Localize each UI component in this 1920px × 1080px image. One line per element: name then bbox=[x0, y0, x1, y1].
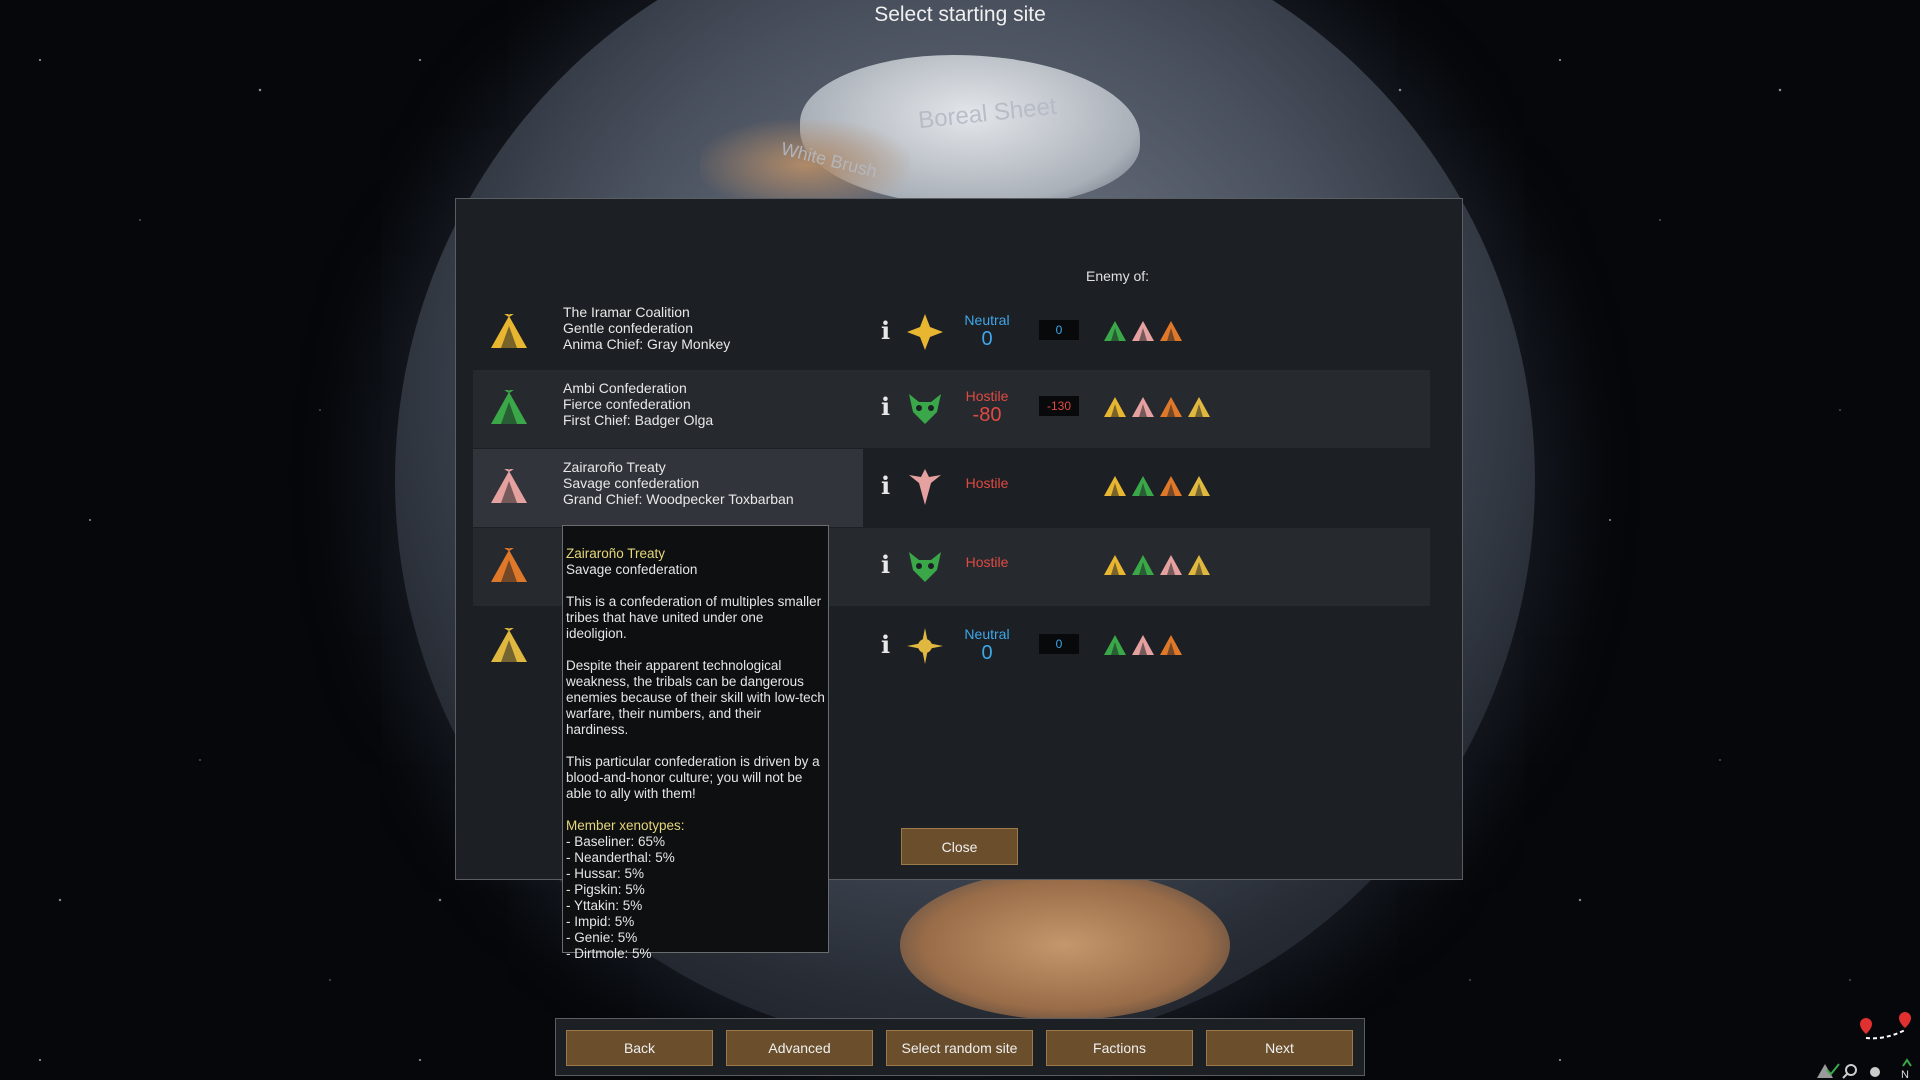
faction-leader: Anima Chief: Gray Monkey bbox=[563, 336, 731, 352]
enemy-faction-icon[interactable] bbox=[1131, 554, 1155, 581]
faction-row[interactable]: Ambi Confederation Fierce confederation Fi… bbox=[473, 370, 1430, 448]
enemy-icons bbox=[1103, 634, 1183, 661]
relation-label: Hostile bbox=[965, 554, 1009, 570]
enemy-faction-icon[interactable] bbox=[1187, 475, 1211, 502]
faction-row[interactable]: Zairaroño Treaty Savage confederation Gran… bbox=[473, 449, 1430, 527]
goodwill-box: 0 bbox=[1039, 634, 1079, 654]
xenotype-item: - Neanderthal: 5% bbox=[566, 850, 675, 865]
faction-leader: Grand Chief: Woodpecker Toxbarban bbox=[563, 491, 794, 507]
faction-name: Ambi Confederation bbox=[563, 380, 687, 396]
enemy-icons bbox=[1103, 475, 1211, 502]
faction-row[interactable]: The Iramar Coalition Gentle confederation… bbox=[473, 294, 1430, 372]
info-icon[interactable]: i bbox=[881, 471, 890, 500]
goodwill-box: -130 bbox=[1039, 396, 1079, 416]
next-button[interactable]: Next bbox=[1206, 1030, 1353, 1066]
enemy-faction-icon[interactable] bbox=[1159, 475, 1183, 502]
bottom-navigation-bar: Back Advanced Select random site Faction… bbox=[555, 1018, 1365, 1076]
faction-kind: Fierce confederation bbox=[563, 396, 691, 412]
relation-label: Neutral bbox=[964, 626, 1010, 642]
enemy-faction-icon[interactable] bbox=[1131, 396, 1155, 423]
tooltip-subtitle: Savage confederation bbox=[566, 562, 698, 577]
enemy-faction-icon[interactable] bbox=[1187, 554, 1211, 581]
back-button[interactable]: Back bbox=[566, 1030, 713, 1066]
goodwill-box: 0 bbox=[1039, 320, 1079, 340]
info-icon[interactable]: i bbox=[881, 630, 890, 659]
relation-label: Neutral bbox=[964, 312, 1010, 328]
xenotype-item: - Dirtmole: 5% bbox=[566, 946, 652, 961]
faction-leader: First Chief: Badger Olga bbox=[563, 412, 714, 428]
enemy-faction-icon[interactable] bbox=[1131, 320, 1155, 347]
enemy-faction-icon[interactable] bbox=[1159, 396, 1183, 423]
enemy-faction-icon[interactable] bbox=[1103, 320, 1127, 347]
xenotype-item: - Baseliner: 65% bbox=[566, 834, 666, 849]
xenotype-item: - Hussar: 5% bbox=[566, 866, 645, 881]
enemy-faction-icon[interactable] bbox=[1103, 634, 1127, 661]
close-button[interactable]: Close bbox=[901, 828, 1018, 865]
enemy-faction-icon[interactable] bbox=[1187, 396, 1211, 423]
compass-icon[interactable]: N bbox=[1901, 1058, 1912, 1080]
faction-description: Zairaroño Treaty Savage confederation Gran… bbox=[563, 459, 794, 507]
info-icon[interactable]: i bbox=[881, 392, 890, 421]
enemy-faction-icon[interactable] bbox=[1131, 634, 1155, 661]
map-controls: N bbox=[1817, 1012, 1912, 1080]
tooltip-title: Zairaroño Treaty bbox=[566, 546, 666, 561]
tooltip-paragraph-1: This is a confederation of multiples sma… bbox=[566, 594, 822, 641]
faction-description: Ambi Confederation Fierce confederation Fi… bbox=[563, 380, 713, 428]
select-random-site-button[interactable]: Select random site bbox=[886, 1030, 1033, 1066]
enemy-icons bbox=[1103, 320, 1183, 347]
faction-tooltip: Zairaroño Treaty Savage confederation Th… bbox=[562, 525, 829, 961]
advanced-button[interactable]: Advanced bbox=[726, 1030, 873, 1066]
enemy-faction-icon[interactable] bbox=[1103, 554, 1127, 581]
enemy-faction-icon[interactable] bbox=[1159, 634, 1183, 661]
xenotype-item: - Yttakin: 5% bbox=[566, 898, 643, 913]
search-icon[interactable] bbox=[1842, 1064, 1857, 1079]
xenotype-item: - Pigskin: 5% bbox=[566, 882, 645, 897]
enemy-faction-icon[interactable] bbox=[1159, 320, 1183, 347]
svg-text:N: N bbox=[1901, 1069, 1909, 1080]
faction-kind: Savage confederation bbox=[563, 475, 700, 491]
enemy-faction-icon[interactable] bbox=[1103, 396, 1127, 423]
enemy-faction-icon[interactable] bbox=[1131, 475, 1155, 502]
relation-value: 0 bbox=[981, 642, 993, 664]
sun-icon[interactable] bbox=[1870, 1067, 1880, 1077]
enemy-icons bbox=[1103, 396, 1211, 423]
faction-name: Zairaroño Treaty bbox=[563, 459, 666, 475]
enemy-of-header: Enemy of: bbox=[1086, 268, 1150, 284]
tooltip-paragraph-2: Despite their apparent technological wea… bbox=[566, 658, 825, 737]
faction-description: The Iramar Coalition Gentle confederation… bbox=[563, 304, 730, 352]
tooltip-paragraph-3: This particular confederation is driven … bbox=[566, 754, 820, 801]
faction-kind: Gentle confederation bbox=[563, 320, 693, 336]
tooltip-xenotypes-header: Member xenotypes: bbox=[566, 818, 685, 833]
relation-value: -80 bbox=[972, 404, 1002, 426]
info-icon[interactable]: i bbox=[881, 316, 890, 345]
relation-label: Hostile bbox=[965, 475, 1009, 491]
enemy-icons bbox=[1103, 554, 1211, 581]
relation-value: 0 bbox=[981, 328, 993, 350]
southern-continent bbox=[900, 870, 1230, 1020]
faction-name: The Iramar Coalition bbox=[563, 304, 690, 320]
xenotype-item: - Genie: 5% bbox=[566, 930, 638, 945]
xenotype-item: - Impid: 5% bbox=[566, 914, 635, 929]
relation-label: Hostile bbox=[965, 388, 1009, 404]
screen-title: Select starting site bbox=[874, 3, 1046, 26]
enemy-faction-icon[interactable] bbox=[1159, 554, 1183, 581]
info-icon[interactable]: i bbox=[881, 550, 890, 579]
terrain-toggle-icon[interactable] bbox=[1817, 1063, 1840, 1078]
route-pin-icon[interactable] bbox=[1860, 1012, 1911, 1040]
enemy-faction-icon[interactable] bbox=[1103, 475, 1127, 502]
factions-button[interactable]: Factions bbox=[1046, 1030, 1193, 1066]
